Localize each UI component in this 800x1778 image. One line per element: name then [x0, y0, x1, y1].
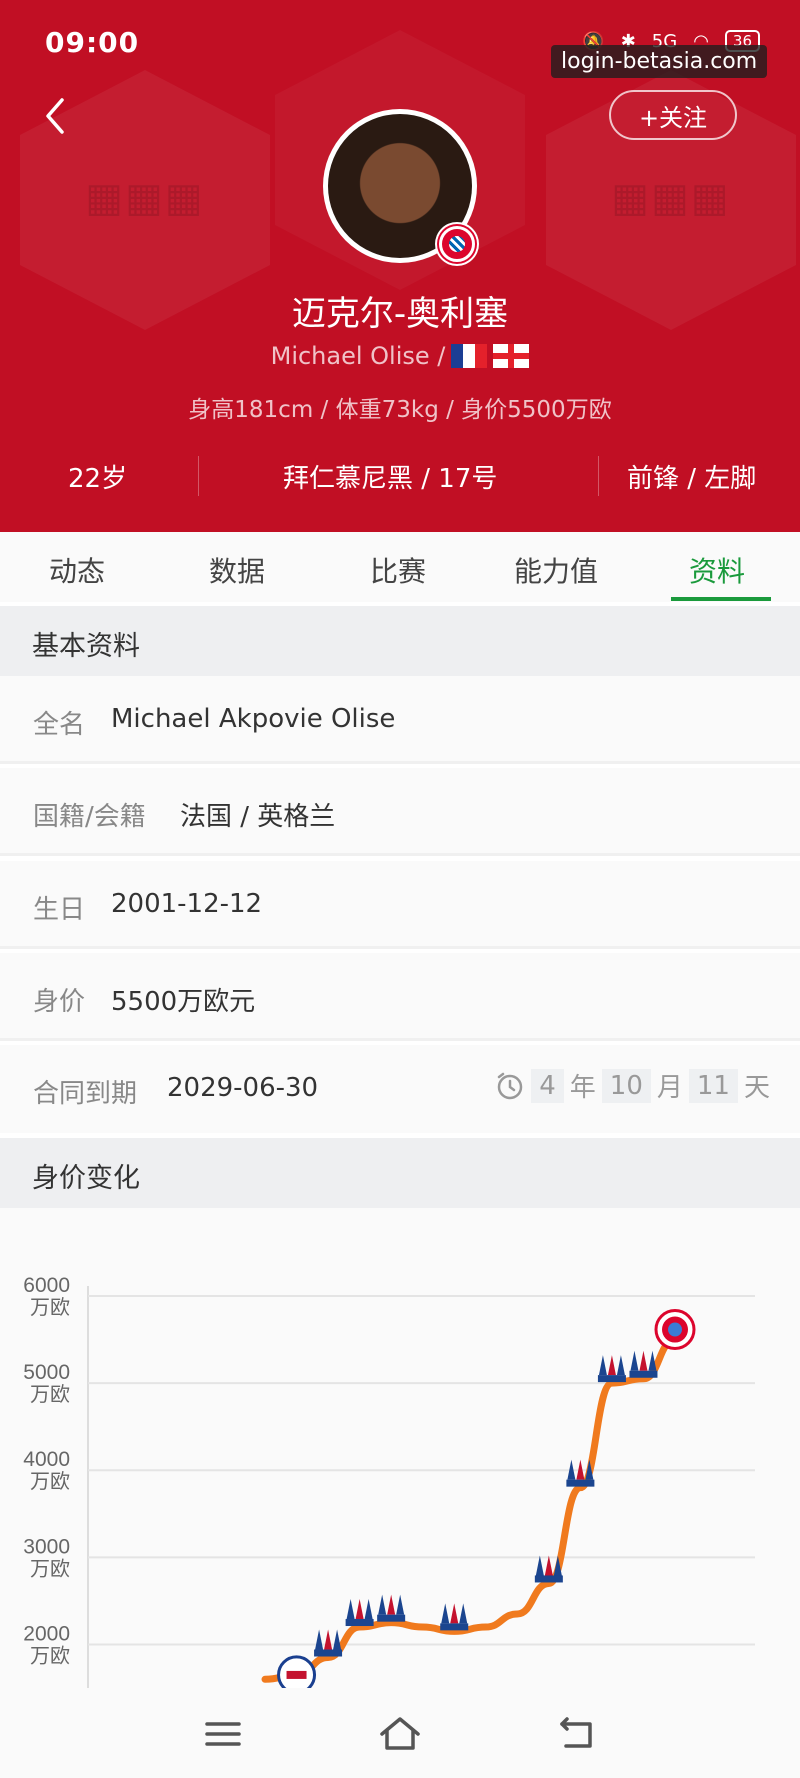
tab-profile[interactable]: 资料 — [689, 550, 745, 590]
row-label: 身价 — [33, 987, 86, 1017]
info-row-contract: 合同到期 2029-06-30 4 年 10 月 11 天 — [0, 1045, 800, 1133]
back-button[interactable] — [38, 96, 74, 136]
series-line — [261, 1336, 679, 1683]
countdown-years: 4 — [531, 1068, 564, 1103]
countdown-months: 10 — [601, 1068, 651, 1103]
alarm-clock-icon — [497, 1072, 523, 1099]
info-row-market-value: 身价 5500万欧元 — [0, 953, 800, 1041]
divider — [198, 456, 199, 496]
info-row-fullname: 全名 Michael Akpovie Olise — [0, 676, 800, 764]
player-position-foot: 前锋 / 左脚 — [627, 464, 757, 494]
system-nav-bar — [0, 1688, 800, 1778]
crystal-palace-badge-icon — [597, 1355, 626, 1383]
section-title: 身价变化 — [32, 1163, 140, 1194]
countdown-years-unit: 年 — [569, 1073, 596, 1103]
row-value: 2001-12-12 — [111, 889, 263, 919]
y-tick-label: 2000 — [23, 1622, 70, 1645]
crystal-palace-badge-icon — [345, 1599, 374, 1627]
y-tick-unit: 万欧 — [30, 1295, 70, 1319]
divider — [598, 456, 599, 496]
section-title: 基本资料 — [32, 631, 140, 662]
market-value-chart: 6000 万欧 5000 万欧 4000 万欧 3000 万欧 2000 万欧 — [0, 1208, 800, 1695]
tab-bar: 动态 数据 比赛 能力值 资料 — [0, 532, 800, 602]
y-tick-label: 4000 — [23, 1448, 70, 1471]
row-label: 合同到期 — [33, 1079, 138, 1109]
y-tick-unit: 万欧 — [30, 1382, 70, 1406]
section-header-value: 身价变化 — [0, 1138, 800, 1208]
y-tick-label: 5000 — [23, 1361, 70, 1384]
france-flag-icon — [451, 344, 488, 368]
contract-countdown: 4 年 10 月 11 天 — [495, 1067, 770, 1104]
active-tab-indicator — [671, 597, 771, 601]
player-age: 22岁 — [68, 464, 128, 494]
y-tick-unit: 万欧 — [30, 1643, 70, 1667]
menu-button[interactable] — [203, 1714, 243, 1754]
menu-icon — [205, 1722, 241, 1746]
info-row-nationality: 国籍/会籍 法国 / 英格兰 — [0, 768, 800, 856]
player-physical-stats: 身高181cm / 体重73kg / 身价5500万欧 — [188, 397, 612, 423]
row-value: 2029-06-30 — [167, 1073, 319, 1103]
tab-matches[interactable]: 比赛 — [370, 550, 426, 590]
crystal-palace-badge-icon — [534, 1555, 563, 1583]
follow-button[interactable]: +关注 — [609, 90, 737, 140]
y-tick-label: 3000 — [23, 1535, 70, 1558]
countdown-months-unit: 月 — [656, 1073, 683, 1103]
section-header-basic: 基本资料 — [0, 606, 800, 676]
watermark: login-betasia.com — [551, 45, 768, 78]
market-value-chart-svg: 6000万欧5000万欧4000万欧3000万欧2000万欧 — [23, 1274, 755, 1695]
crystal-palace-badge-icon — [566, 1459, 595, 1487]
row-label: 国籍/会籍 — [33, 802, 146, 832]
player-club-number[interactable]: 拜仁慕尼黑 / 17号 — [283, 458, 497, 495]
y-tick-unit: 万欧 — [30, 1556, 70, 1580]
row-value: Michael Akpovie Olise — [111, 704, 396, 734]
y-tick-unit: 万欧 — [30, 1469, 70, 1493]
chevron-left-icon — [46, 98, 64, 134]
row-value: 5500万欧元 — [111, 987, 256, 1017]
crystal-palace-badge-icon — [377, 1594, 406, 1622]
home-button[interactable] — [378, 1714, 420, 1754]
y-tick-label: 6000 — [23, 1274, 70, 1297]
tab-dynamics[interactable]: 动态 — [49, 550, 105, 590]
crystal-palace-badge-icon — [440, 1603, 469, 1631]
crystal-palace-badge-icon — [314, 1629, 343, 1657]
row-label: 生日 — [33, 895, 86, 925]
england-flag-icon — [493, 344, 530, 368]
player-name-en: Michael Olise / — [270, 342, 446, 370]
player-info-bar: 22岁 拜仁慕尼黑 / 17号 前锋 / 左脚 — [0, 440, 800, 512]
home-icon — [380, 1717, 420, 1750]
row-value: 法国 / 英格兰 — [180, 802, 336, 832]
player-name-en-row: Michael Olise / — [0, 342, 800, 370]
row-label: 全名 — [33, 710, 86, 740]
return-icon — [560, 1717, 592, 1748]
countdown-days: 11 — [688, 1068, 738, 1103]
tab-data[interactable]: 数据 — [209, 550, 265, 590]
crystal-palace-badge-icon — [629, 1350, 658, 1378]
reading-badge-stripe — [286, 1670, 307, 1679]
tab-ability[interactable]: 能力值 — [514, 550, 598, 590]
status-time: 09:00 — [45, 26, 140, 59]
player-name: 迈克尔-奥利塞 — [291, 294, 509, 334]
bayern-badge-icon — [435, 222, 479, 266]
countdown-days-unit: 天 — [743, 1073, 770, 1103]
info-row-birthday: 生日 2001-12-12 — [0, 861, 800, 949]
bayern-badge-center — [668, 1322, 682, 1337]
back-nav-button[interactable] — [558, 1714, 598, 1754]
